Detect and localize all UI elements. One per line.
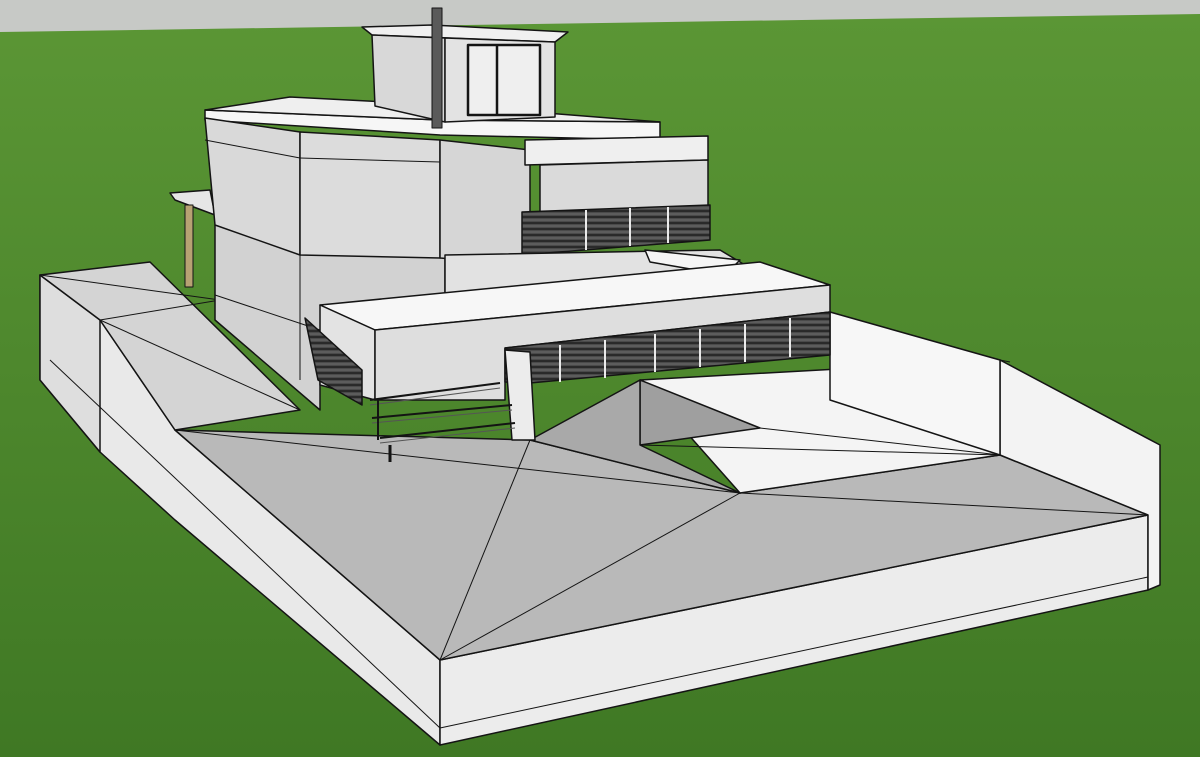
3d-scene[interactable]: [0, 0, 1200, 757]
penthouse-window: [466, 43, 542, 117]
chimney: [431, 7, 443, 129]
modeling-viewport[interactable]: [0, 0, 1200, 757]
